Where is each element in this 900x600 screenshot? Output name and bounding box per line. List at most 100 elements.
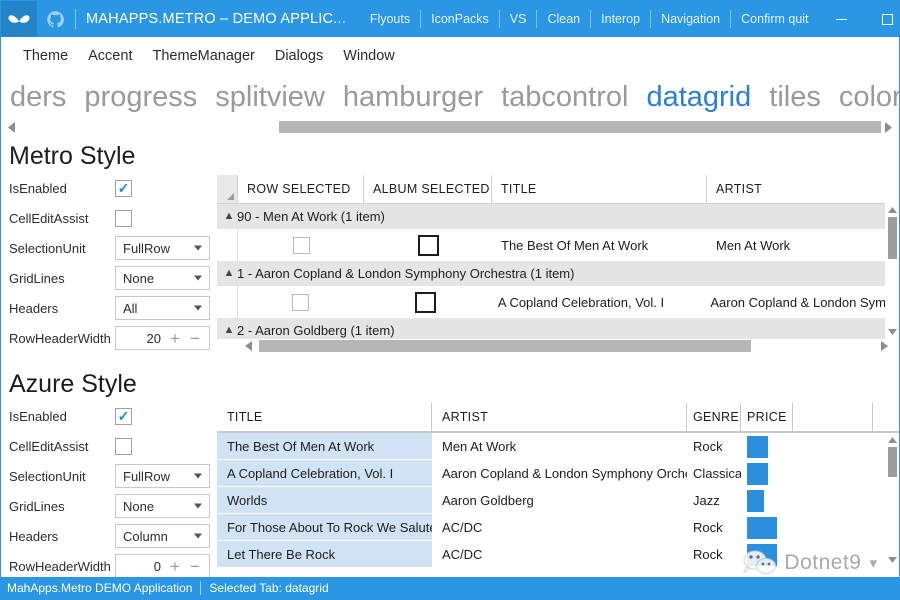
table-row[interactable]: For Those About To Rock We Salute You AC… [217,514,899,541]
azure-column-header-title[interactable]: TITLE [217,403,432,431]
menu-item-theme[interactable]: Theme [13,48,78,64]
row-header[interactable] [217,286,238,318]
azure-cell-price[interactable] [741,460,801,487]
menu-item-thememanager[interactable]: ThemeManager [142,48,264,64]
chevron-up-icon[interactable]: ▲ [221,268,237,279]
metro-cell-artist[interactable]: Men At Work [707,238,897,253]
azure-gridlines-combobox[interactable]: None [115,494,210,518]
tab-scroll-right-arrow[interactable] [881,120,895,134]
scroll-right-arrow[interactable] [877,339,891,353]
azure-datagrid[interactable]: TITLE ARTIST GENRE PRICE The Best Of Men… [217,403,899,571]
metro-celleditassist-checkbox[interactable] [115,209,132,227]
tab-strip-scrollbar[interactable] [1,119,899,135]
titlebar-item-iconpacks[interactable]: IconPacks [421,1,499,37]
table-row[interactable]: Let There Be Rock AC/DC Rock [217,541,899,568]
metro-datagrid[interactable]: ROW SELECTED ALBUM SELECTED TITLE ARTIST… [217,175,899,353]
row-header[interactable] [217,229,238,261]
azure-cell-artist[interactable]: AC/DC [432,514,687,541]
menu-item-window[interactable]: Window [333,48,405,64]
azure-cell-artist[interactable]: AC/DC [432,541,687,568]
scroll-track[interactable] [885,447,899,553]
azure-cell-price[interactable] [741,541,801,568]
titlebar-item-clean[interactable]: Clean [537,1,590,37]
azure-cell-artist[interactable]: Aaron Copland & London Symphony Orchestr… [432,460,687,487]
metro-gridlines-combobox[interactable]: None [115,266,210,290]
azure-cell-price[interactable] [741,487,801,514]
row-selected-checkbox[interactable] [291,293,309,311]
decrement-icon[interactable]: − [185,558,205,575]
azure-column-header-price[interactable]: PRICE [741,403,793,431]
chevron-up-icon[interactable]: ▲ [221,211,237,222]
chevron-up-icon[interactable]: ▲ [221,325,237,336]
scroll-down-arrow[interactable] [885,553,899,567]
azure-cell-artist[interactable]: Men At Work [432,433,687,460]
tab-datagrid[interactable]: datagrid [637,75,760,119]
azure-cell-genre[interactable]: Rock [687,541,741,568]
azure-cell-genre[interactable]: Classical [687,460,741,487]
scroll-up-arrow[interactable] [885,203,899,217]
azure-cell-price[interactable] [741,433,801,460]
row-selected-checkbox[interactable] [292,236,310,254]
table-row[interactable]: A Copland Celebration, Vol. I Aaron Copl… [217,460,899,487]
metro-cell-row-selected[interactable] [238,236,364,254]
azure-cell-genre[interactable]: Jazz [687,487,741,514]
album-selected-checkbox[interactable] [417,234,439,256]
tab-tiles[interactable]: tiles [760,75,830,119]
azure-rowheaderwidth-stepper[interactable]: 0 + − [115,554,210,578]
tab-splitview[interactable]: splitview [206,75,334,119]
metro-group-row[interactable]: ▲ 1 - Aaron Copland & London Symphony Or… [217,261,899,286]
tab-ders[interactable]: ders [1,75,75,119]
azure-cell-artist[interactable]: Aaron Goldberg [432,487,687,514]
metro-column-header-row-selected[interactable]: ROW SELECTED [238,175,364,203]
menu-item-accent[interactable]: Accent [78,48,142,64]
metro-column-header-album-selected[interactable]: ALBUM SELECTED [364,175,492,203]
titlebar-item-confirm-quit[interactable]: Confirm quit [731,1,818,37]
table-row[interactable]: The Best Of Men At Work Men At Work [217,229,899,261]
scroll-left-arrow[interactable] [241,339,255,353]
metro-column-header-title[interactable]: TITLE [492,175,707,203]
table-row[interactable]: Worlds Aaron Goldberg Jazz [217,487,899,514]
scroll-thumb[interactable] [888,447,897,477]
titlebar-item-flyouts[interactable]: Flyouts [360,1,420,37]
metro-horizontal-scrollbar[interactable] [217,339,899,353]
metro-cell-title[interactable]: The Best Of Men At Work [492,238,707,253]
increment-icon[interactable]: + [165,558,185,575]
azure-celleditassist-checkbox[interactable] [115,437,132,455]
tab-tabcontrol[interactable]: tabcontrol [492,75,637,119]
azure-cell-price[interactable] [741,514,801,541]
metro-cell-album-selected[interactable] [364,234,492,256]
tab-progress[interactable]: progress [75,75,206,119]
scroll-up-arrow[interactable] [885,433,899,447]
table-row[interactable]: A Copland Celebration, Vol. I Aaron Copl… [217,286,899,318]
increment-icon[interactable]: + [165,330,185,347]
azure-isenabled-checkbox[interactable]: ✓ [115,407,132,425]
metro-vertical-scrollbar[interactable] [885,203,899,339]
azure-vertical-scrollbar[interactable] [885,433,899,567]
scroll-thumb[interactable] [888,217,897,259]
scroll-thumb[interactable] [259,340,751,352]
tab-scroll-left-arrow[interactable] [5,120,19,134]
azure-column-header-extra[interactable] [793,403,873,431]
scroll-down-arrow[interactable] [885,325,899,339]
azure-cell-title[interactable]: Worlds [217,487,432,514]
azure-cell-title[interactable]: Let There Be Rock [217,541,432,568]
titlebar-item-navigation[interactable]: Navigation [651,1,730,37]
github-button[interactable] [37,1,73,37]
metro-rowheaderwidth-stepper[interactable]: 20 + − [115,326,210,350]
metro-selectionunit-combobox[interactable]: FullRow [115,236,210,260]
menu-item-dialogs[interactable]: Dialogs [265,48,333,64]
tab-scroll-thumb[interactable] [279,121,881,133]
album-selected-checkbox[interactable] [415,291,437,313]
scroll-track[interactable] [885,217,899,325]
azure-cell-genre[interactable]: Rock [687,433,741,460]
metro-cell-album-selected[interactable] [362,291,488,313]
azure-cell-title[interactable]: A Copland Celebration, Vol. I [217,460,432,487]
azure-cell-title[interactable]: The Best Of Men At Work [217,433,432,460]
azure-cell-title[interactable]: For Those About To Rock We Salute You [217,514,432,541]
azure-column-header-genre[interactable]: GENRE [687,403,741,431]
azure-headers-combobox[interactable]: Column [115,524,210,548]
metro-cell-row-selected[interactable] [238,293,362,311]
table-row-partial[interactable] [217,568,899,571]
metro-cell-artist[interactable]: Aaron Copland & London Symphony [701,295,899,310]
metro-column-header-artist[interactable]: ARTIST [707,175,897,203]
